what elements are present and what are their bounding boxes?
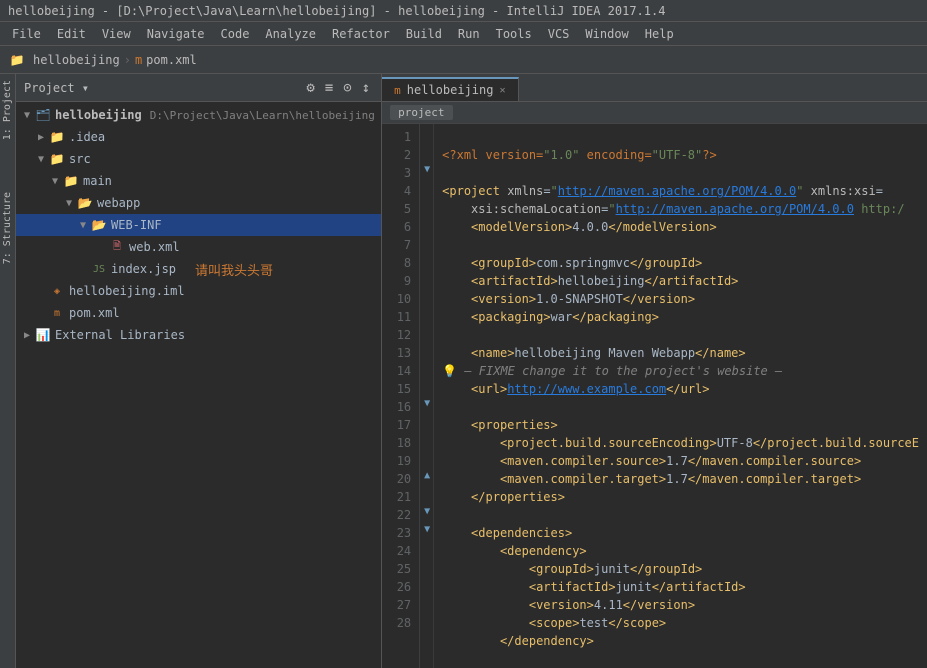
line-numbers: 123 456 789 101112 131415 161718 192021 … xyxy=(382,124,420,668)
tree-arrow-root[interactable]: ▼ xyxy=(20,110,34,121)
tree-extlibs-label: External Libraries xyxy=(55,328,185,342)
menu-help[interactable]: Help xyxy=(637,25,682,43)
tree-main-label: main xyxy=(83,174,112,188)
menu-run[interactable]: Run xyxy=(450,25,488,43)
tree-webxml[interactable]: ▶ 🗎 web.xml xyxy=(16,236,381,258)
editor-tabs: m hellobeijing ✕ xyxy=(382,74,927,102)
menu-file[interactable]: File xyxy=(4,25,49,43)
pom-icon: m xyxy=(135,53,142,67)
webapp-folder-icon: 📂 xyxy=(76,194,94,212)
iml-icon: ◈ xyxy=(48,282,66,300)
tree-arrow-webinf[interactable]: ▼ xyxy=(76,220,90,231)
menu-view[interactable]: View xyxy=(94,25,139,43)
tree-root-label: hellobeijing xyxy=(55,108,142,122)
tree-root[interactable]: ▼ 🗂 hellobeijing D:\Project\Java\Learn\h… xyxy=(16,104,381,126)
menu-vcs[interactable]: VCS xyxy=(540,25,578,43)
tree-arrow-webapp[interactable]: ▼ xyxy=(62,198,76,209)
tab-close-btn[interactable]: ✕ xyxy=(499,85,505,96)
code-content[interactable]: <?xml version="1.0" encoding="UTF-8"?> <… xyxy=(434,124,927,668)
title-text: hellobeijing - [D:\Project\Java\Learn\he… xyxy=(8,4,665,18)
tree-iml-label: hellobeijing.iml xyxy=(69,284,185,298)
tree-arrow-src[interactable]: ▼ xyxy=(34,154,48,165)
editor-panel: m hellobeijing ✕ project 123 456 789 101… xyxy=(382,74,927,668)
project-toolbar: Project ▾ ⚙ ≡ ⊙ ↕ xyxy=(16,74,381,102)
breadcrumb-project[interactable]: hellobeijing xyxy=(33,53,120,67)
tree-indexjsp-label: index.jsp xyxy=(111,262,176,276)
tree-pom-label: pom.xml xyxy=(69,306,120,320)
tree-arrow-idea[interactable]: ▶ xyxy=(34,132,48,143)
tree-extlibs[interactable]: ▶ 📊 External Libraries xyxy=(16,324,381,346)
tree-arrow-main[interactable]: ▼ xyxy=(48,176,62,187)
tree-idea[interactable]: ▶ 📁 .idea xyxy=(16,126,381,148)
tree-indexjsp[interactable]: ▶ JS index.jsp xyxy=(16,258,381,280)
tree-idea-label: .idea xyxy=(69,130,105,144)
toolbar-btn2[interactable]: ≡ xyxy=(322,80,336,96)
menu-edit[interactable]: Edit xyxy=(49,25,94,43)
main-layout: 1: Project 7: Structure Project ▾ ⚙ ≡ ⊙ … xyxy=(0,74,927,668)
menu-code[interactable]: Code xyxy=(213,25,258,43)
pom-icon: m xyxy=(48,304,66,322)
tree-webapp-label: webapp xyxy=(97,196,140,210)
menu-tools[interactable]: Tools xyxy=(488,25,540,43)
tab-icon-m: m xyxy=(394,84,401,97)
tree-webxml-label: web.xml xyxy=(129,240,180,254)
tree-src[interactable]: ▼ 📁 src xyxy=(16,148,381,170)
fold-16[interactable]: ▼ xyxy=(420,394,434,412)
menu-analyze[interactable]: Analyze xyxy=(257,25,324,43)
menu-refactor[interactable]: Refactor xyxy=(324,25,398,43)
extlibs-icon: 📊 xyxy=(34,326,52,344)
side-labels: 1: Project 7: Structure xyxy=(0,74,16,668)
menu-build[interactable]: Build xyxy=(398,25,450,43)
tree-pom[interactable]: ▶ m pom.xml xyxy=(16,302,381,324)
project-icon: 📁 xyxy=(8,51,26,69)
code-area[interactable]: 123 456 789 101112 131415 161718 192021 … xyxy=(382,124,927,668)
toolbar-btn3[interactable]: ⊙ xyxy=(340,80,354,96)
breadcrumb-sep1: › xyxy=(124,53,131,67)
tree-src-label: src xyxy=(69,152,91,166)
main-folder-icon: 📁 xyxy=(62,172,80,190)
tree-root-path: D:\Project\Java\Learn\hellobeijing xyxy=(150,109,375,122)
fold-22[interactable]: ▼ xyxy=(420,502,434,520)
menu-navigate[interactable]: Navigate xyxy=(139,25,213,43)
file-tree: ▼ 🗂 hellobeijing D:\Project\Java\Learn\h… xyxy=(16,102,381,668)
project-folder-icon: 🗂 xyxy=(34,106,52,124)
project-panel: Project ▾ ⚙ ≡ ⊙ ↕ ▼ 🗂 hellobeijing D:\Pr… xyxy=(16,74,382,668)
side-label-structure[interactable]: 7: Structure xyxy=(0,186,15,270)
editor-tab-hellobeijing[interactable]: m hellobeijing ✕ xyxy=(382,77,518,101)
side-label-project[interactable]: 1: Project xyxy=(0,74,15,146)
title-bar: hellobeijing - [D:\Project\Java\Learn\he… xyxy=(0,0,927,22)
breadcrumb: 📁 hellobeijing › m pom.xml xyxy=(0,46,927,74)
tree-iml[interactable]: ▶ ◈ hellobeijing.iml xyxy=(16,280,381,302)
tree-arrow-extlibs[interactable]: ▶ xyxy=(20,330,34,341)
webinf-folder-icon: 📂 xyxy=(90,216,108,234)
toolbar-btn1[interactable]: ⚙ xyxy=(303,80,317,96)
indexjsp-icon: JS xyxy=(90,260,108,278)
toolbar-btn4[interactable]: ↕ xyxy=(359,80,373,96)
tree-webinf-label: WEB-INF xyxy=(111,218,162,232)
fold-column: ▼ ▼ ▲ ▼ ▼ xyxy=(420,124,434,668)
tree-webinf[interactable]: ▼ 📂 WEB-INF xyxy=(16,214,381,236)
fold-20[interactable]: ▲ xyxy=(420,466,434,484)
src-folder-icon: 📁 xyxy=(48,150,66,168)
project-toolbar-title: Project ▾ xyxy=(24,81,299,95)
editor-tab-label: hellobeijing xyxy=(407,83,494,97)
menu-window[interactable]: Window xyxy=(577,25,636,43)
breadcrumb-pom[interactable]: pom.xml xyxy=(146,53,197,67)
fold-23[interactable]: ▼ xyxy=(420,520,434,538)
webxml-icon: 🗎 xyxy=(108,238,126,256)
editor-breadcrumb-project[interactable]: project xyxy=(390,105,452,120)
idea-folder-icon: 📁 xyxy=(48,128,66,146)
menu-bar: File Edit View Navigate Code Analyze Ref… xyxy=(0,22,927,46)
fold-3[interactable]: ▼ xyxy=(420,160,434,178)
editor-breadcrumb: project xyxy=(382,102,927,124)
tree-webapp[interactable]: ▼ 📂 webapp xyxy=(16,192,381,214)
tree-main[interactable]: ▼ 📁 main xyxy=(16,170,381,192)
